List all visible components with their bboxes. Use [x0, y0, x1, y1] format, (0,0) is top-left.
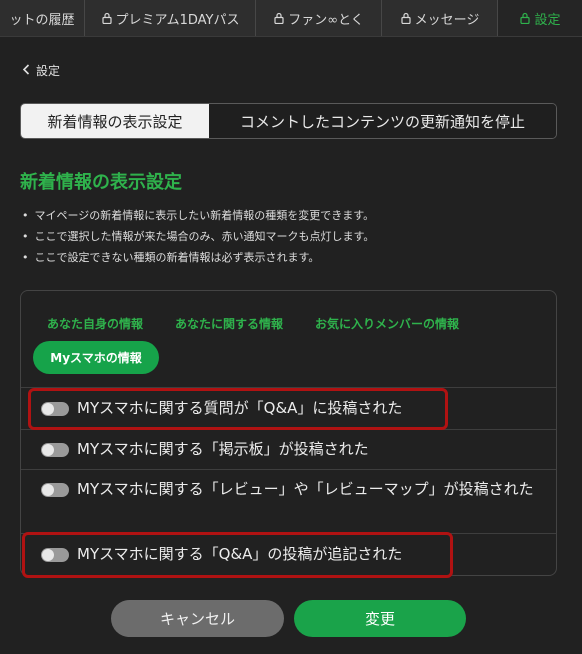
highlight-box	[28, 388, 448, 430]
lock-icon	[273, 12, 285, 24]
toggle-switch[interactable]	[41, 443, 69, 457]
category-own-info[interactable]: あなた自身の情報	[47, 315, 143, 332]
highlight-box	[22, 532, 453, 578]
notes-list: マイページの新着情報に表示したい新着情報の種類を変更できます。 ここで選択した情…	[32, 205, 375, 268]
lock-icon	[101, 12, 113, 24]
tab-settings[interactable]: 設定	[498, 0, 582, 36]
back-link[interactable]: 設定	[22, 62, 60, 79]
chevron-left-icon	[22, 63, 30, 78]
segment-display-settings[interactable]: 新着情報の表示設定	[21, 104, 209, 138]
section-heading: 新着情報の表示設定	[20, 172, 182, 193]
toggle-switch[interactable]	[41, 483, 69, 497]
note-item: マイページの新着情報に表示したい新着情報の種類を変更できます。	[32, 205, 375, 226]
segment-stop-comment-notifications[interactable]: コメントしたコンテンツの更新通知を停止	[209, 104, 556, 138]
tab-label: ファン∞とく	[288, 12, 364, 28]
setting-row: MYスマホに関する「レビュー」や「レビューマップ」が投稿された	[21, 469, 556, 533]
tab-label: ットの履歴	[9, 12, 75, 28]
tab-chat-history[interactable]: ットの履歴	[0, 0, 85, 36]
tab-premium-1day-pass[interactable]: プレミアム1DAYパス	[85, 0, 256, 36]
tab-label: プレミアム1DAYパス	[115, 12, 240, 28]
setting-row: MYスマホに関する「掲示板」が投稿された	[21, 429, 556, 469]
settings-segmented-control: 新着情報の表示設定 コメントしたコンテンツの更新通知を停止	[20, 103, 557, 139]
setting-label: MYスマホに関する「掲示板」が投稿された	[77, 440, 369, 458]
tab-bar: ットの履歴 プレミアム1DAYパス ファン∞とく メッセージ 設定	[0, 0, 582, 37]
lock-icon	[400, 12, 412, 24]
back-label: 設定	[36, 64, 61, 78]
note-item: ここで設定できない種類の新着情報は必ず表示されます。	[32, 247, 374, 268]
category-favorite-members[interactable]: お気に入りメンバーの情報	[315, 315, 459, 332]
note-item: ここで選択した情報が来た場合のみ、赤い通知マークも点灯します。	[32, 226, 375, 247]
cancel-button[interactable]: キャンセル	[111, 600, 284, 637]
tab-label: メッセージ	[414, 12, 480, 28]
tab-messages[interactable]: メッセージ	[382, 0, 498, 36]
setting-label: MYスマホに関する「レビュー」や「レビューマップ」が投稿された	[77, 480, 534, 498]
category-tabs: あなた自身の情報 あなたに関する情報 お気に入りメンバーの情報	[47, 315, 459, 332]
submit-button[interactable]: 変更	[294, 600, 466, 637]
tab-label: 設定	[534, 12, 561, 28]
category-my-smartphone[interactable]: Myスマホの情報	[33, 341, 159, 374]
tab-fan-toku[interactable]: ファン∞とく	[256, 0, 382, 36]
category-about-you[interactable]: あなたに関する情報	[175, 315, 283, 332]
lock-icon	[519, 12, 531, 24]
